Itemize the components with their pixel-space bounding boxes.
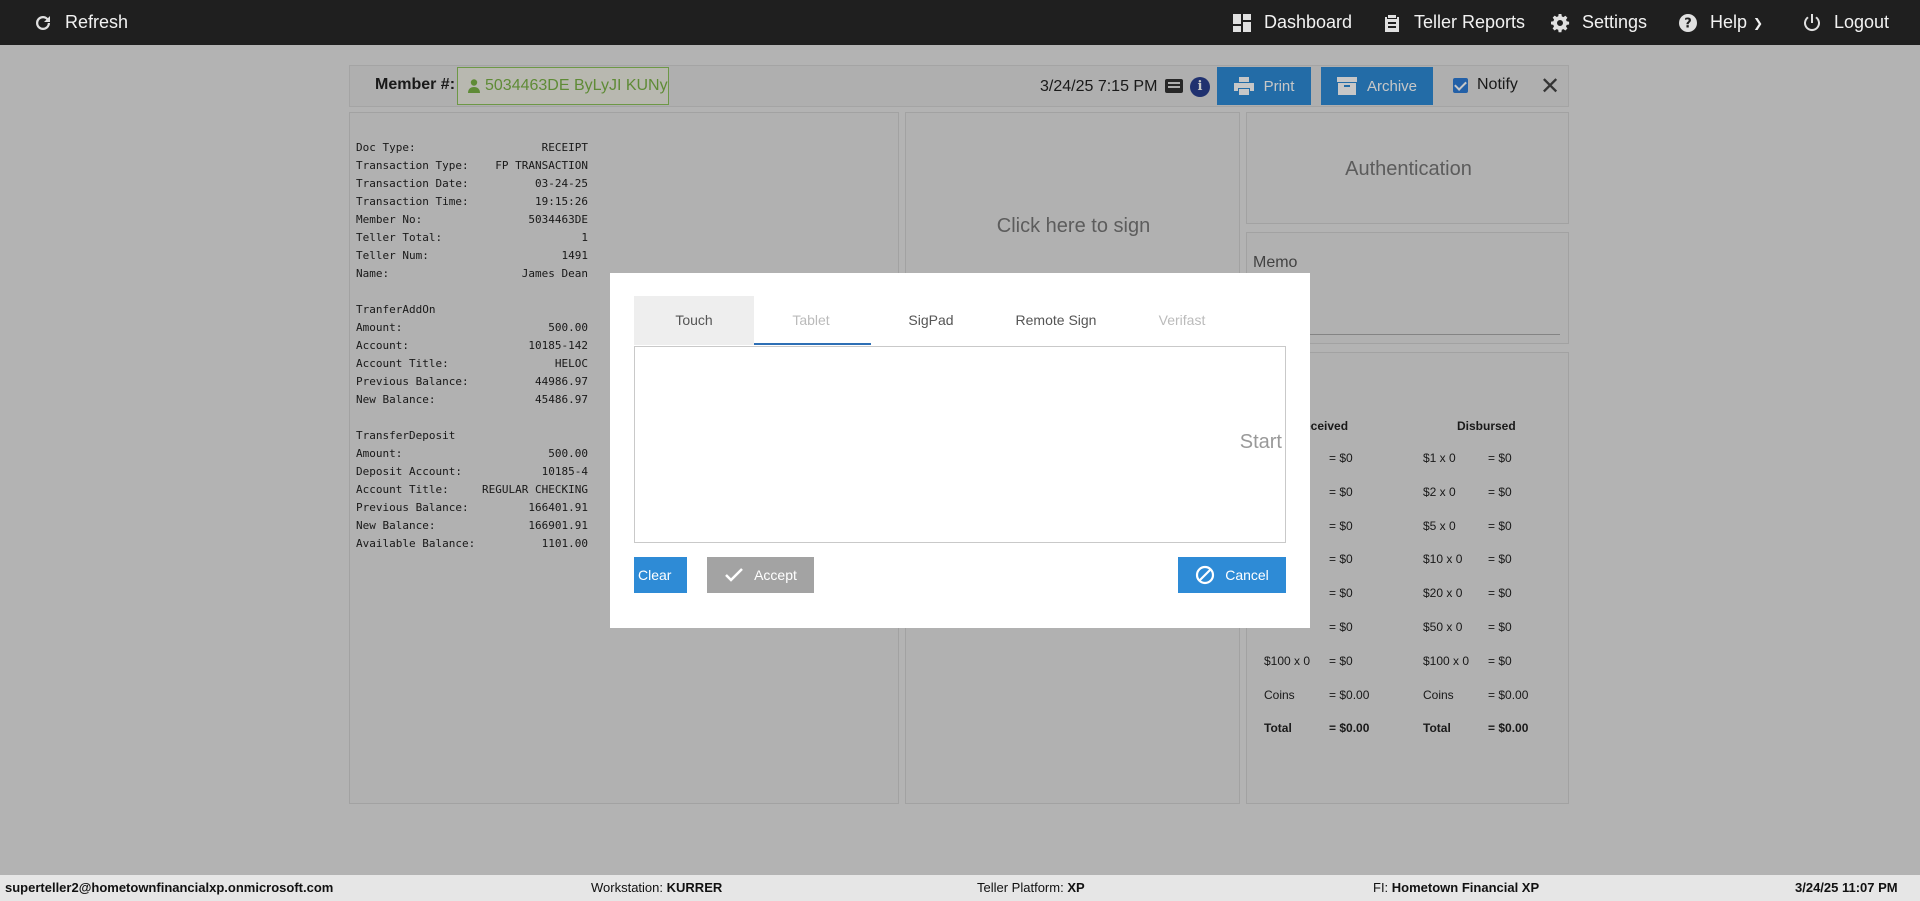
tab-sigpad[interactable]: SigPad (871, 296, 991, 345)
tab-remote-sign[interactable]: Remote Sign (996, 296, 1116, 345)
help-label: Help (1710, 12, 1748, 32)
check-icon (725, 568, 743, 582)
cancel-button[interactable]: Cancel (1178, 557, 1286, 593)
status-fi: FI: Hometown Financial XP (1373, 880, 1540, 895)
settings-label: Settings (1582, 12, 1648, 32)
accept-button[interactable]: Accept (707, 557, 814, 593)
tab-verifast: Verifast (1158, 312, 1206, 328)
signature-dialog: Touch Tablet SigPad Remote Sign Verifast Sta… (610, 273, 1310, 628)
power-icon (1804, 13, 1820, 31)
status-workstation: Workstation: KURRER (591, 880, 723, 895)
status-user: superteller2@hometownfinancialxp.onmicro… (5, 880, 334, 895)
clear-button[interactable]: Clear (634, 557, 687, 593)
tab-tablet: Tablet (792, 312, 830, 328)
accept-label: Accept (754, 567, 797, 583)
nav-dashboard[interactable]: Dashboard (1232, 0, 1352, 45)
status-bar: superteller2@hometownfinancialxp.onmicro… (0, 875, 1920, 901)
refresh-label: Refresh (65, 12, 129, 32)
dashboard-icon (1233, 13, 1251, 32)
svg-text:?: ? (1684, 16, 1692, 31)
gear-icon (1551, 13, 1570, 32)
chevron-down-icon: ❯ (1753, 15, 1764, 30)
nav-settings[interactable]: Settings (1550, 0, 1647, 45)
logout-label: Logout (1834, 12, 1890, 32)
clipboard-icon (1385, 14, 1399, 32)
ban-icon (1196, 565, 1215, 585)
signature-canvas[interactable]: Start (634, 346, 1286, 543)
refresh-button[interactable]: Refresh (33, 0, 128, 45)
nav-logout[interactable]: Logout (1802, 0, 1889, 45)
status-datetime: 3/24/25 11:07 PM (1795, 880, 1898, 895)
start-text: Start (1239, 431, 1282, 453)
help-icon: ? (1679, 13, 1697, 32)
dashboard-label: Dashboard (1264, 12, 1353, 32)
refresh-icon (36, 15, 50, 30)
status-platform: Teller Platform: XP (977, 880, 1085, 895)
top-nav-bar: Refresh Dashboard Teller Reports Setting… (0, 0, 1920, 45)
teller-reports-label: Teller Reports (1414, 12, 1526, 32)
nav-teller-reports[interactable]: Teller Reports (1382, 0, 1525, 45)
tab-touch[interactable]: Touch (634, 296, 754, 345)
nav-help[interactable]: ? Help ❯ (1678, 0, 1763, 45)
cancel-label: Cancel (1225, 567, 1269, 583)
signature-tabs: Touch Tablet SigPad Remote Sign Verifast (634, 296, 1284, 346)
clear-label: Clear (638, 567, 672, 583)
